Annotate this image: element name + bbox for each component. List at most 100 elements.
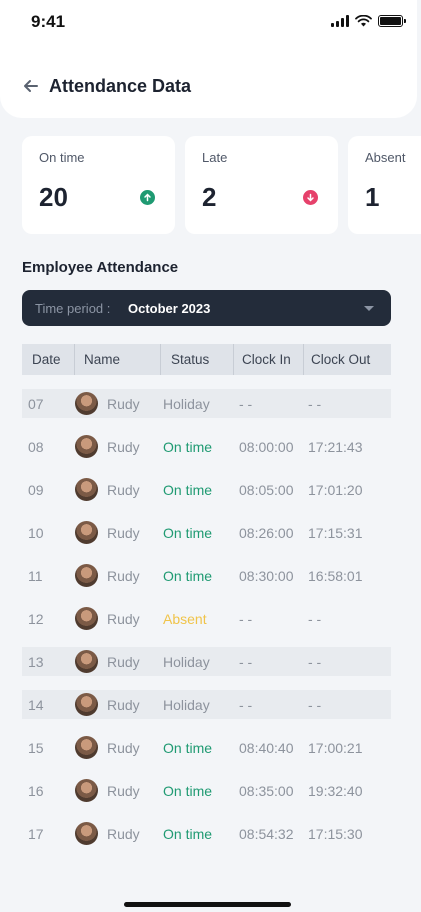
employee-name: Rudy [107,739,140,756]
cell-date: 12 [28,610,44,627]
avatar [75,521,98,544]
cell-status: On time [163,825,213,842]
employee-name: Rudy [107,696,140,713]
cell-clock-in: 08:54:32 [239,825,294,842]
avatar [75,564,98,587]
employee-name: Rudy [107,481,140,498]
cell-status: On time [163,567,213,584]
chevron-down-icon [364,306,374,311]
avatar [75,607,98,630]
table-row[interactable]: 07 Rudy Holiday - - - - [22,389,391,418]
employee-name: Rudy [107,610,140,627]
cell-name: Rudy [75,564,161,587]
cell-clock-out: 17:01:20 [308,481,363,498]
period-label: Time period : [35,301,111,316]
table-row[interactable]: 16 Rudy On time 08:35:00 19:32:40 [22,776,391,805]
table-body: 07 Rudy Holiday - - - - 08 Rudy On time 08:00:00… [22,389,391,848]
cell-clock-in: - - [239,395,253,412]
cell-date: 07 [28,395,44,412]
stat-value: 2 [202,182,217,212]
table-row[interactable]: 15 Rudy On time 08:40:40 17:00:21 [22,733,391,762]
cell-name: Rudy [75,693,161,716]
stat-label: Late [202,150,228,165]
table-row[interactable]: 11 Rudy On time 08:30:00 16:58:01 [22,561,391,590]
home-indicator [124,902,291,907]
column-header-clock-out[interactable]: Clock Out [304,344,391,375]
employee-name: Rudy [107,653,140,670]
cell-date: 14 [28,696,44,713]
cell-date: 08 [28,438,44,455]
cell-status: Absent [163,610,207,627]
section-title: Employee Attendance [22,259,179,276]
avatar [75,736,98,759]
cell-date: 10 [28,524,44,541]
employee-name: Rudy [107,567,140,584]
arrow-down-icon [303,190,318,205]
cell-date: 09 [28,481,44,498]
stat-card-late: Late 2 [185,136,338,234]
cell-name: Rudy [75,822,161,845]
table-row[interactable]: 12 Rudy Absent - - - - [22,604,391,633]
cell-clock-out: - - [308,696,322,713]
avatar [75,779,98,802]
cell-clock-out: 17:00:21 [308,739,363,756]
cell-date: 17 [28,825,44,842]
table-row[interactable]: 10 Rudy On time 08:26:00 17:15:31 [22,518,391,547]
page-title: Attendance Data [49,76,192,96]
status-time: 9:41 [31,12,66,31]
cell-name: Rudy [75,392,161,415]
cell-status: On time [163,782,213,799]
table-row[interactable]: 17 Rudy On time 08:54:32 17:15:30 [22,819,391,848]
cell-date: 13 [28,653,44,670]
table-row[interactable]: 08 Rudy On time 08:00:00 17:21:43 [22,432,391,461]
table-row[interactable]: 13 Rudy Holiday - - - - [22,647,391,676]
stat-value: 20 [39,182,68,212]
cell-clock-out: 17:15:30 [308,825,363,842]
column-header-name[interactable]: Name [75,344,161,375]
cell-status: On time [163,524,213,541]
avatar [75,392,98,415]
cell-clock-in: - - [239,696,253,713]
arrow-up-icon [140,190,155,205]
employee-name: Rudy [107,438,140,455]
cell-date: 15 [28,739,44,756]
column-header-date[interactable]: Date [22,344,75,375]
cell-clock-out: - - [308,395,322,412]
cell-clock-in: 08:05:00 [239,481,294,498]
period-value: October 2023 [128,301,211,316]
wifi-icon [355,15,372,27]
cell-name: Rudy [75,478,161,501]
table-row[interactable]: 14 Rudy Holiday - - - - [22,690,391,719]
cell-clock-in: 08:26:00 [239,524,294,541]
stat-value: 1 [365,182,380,212]
column-header-status[interactable]: Status [161,344,234,375]
avatar [75,822,98,845]
cell-name: Rudy [75,736,161,759]
column-header-clock-in[interactable]: Clock In [234,344,304,375]
cell-status: Holiday [163,696,210,713]
time-period-select[interactable]: Time period : October 2023 [22,290,391,326]
cell-clock-in: 08:30:00 [239,567,294,584]
cell-date: 11 [28,567,43,584]
cell-status: Holiday [163,653,210,670]
back-arrow-icon[interactable] [20,75,42,97]
employee-name: Rudy [107,524,140,541]
avatar [75,693,98,716]
cell-clock-in: 08:40:40 [239,739,294,756]
table-header: Date Name Status Clock In Clock Out [22,344,391,375]
cell-clock-out: 17:15:31 [308,524,363,541]
cell-name: Rudy [75,435,161,458]
employee-name: Rudy [107,395,140,412]
cell-clock-in: - - [239,610,253,627]
cell-name: Rudy [75,779,161,802]
app-header: 9:41 Attendance Data [0,0,417,118]
cell-clock-out: 16:58:01 [308,567,363,584]
avatar [75,478,98,501]
cell-clock-in: 08:35:00 [239,782,294,799]
cell-clock-out: 19:32:40 [308,782,363,799]
status-bar: 9:41 [0,0,417,44]
avatar [75,435,98,458]
table-row[interactable]: 09 Rudy On time 08:05:00 17:01:20 [22,475,391,504]
battery-icon [378,15,406,27]
cell-status: On time [163,739,213,756]
